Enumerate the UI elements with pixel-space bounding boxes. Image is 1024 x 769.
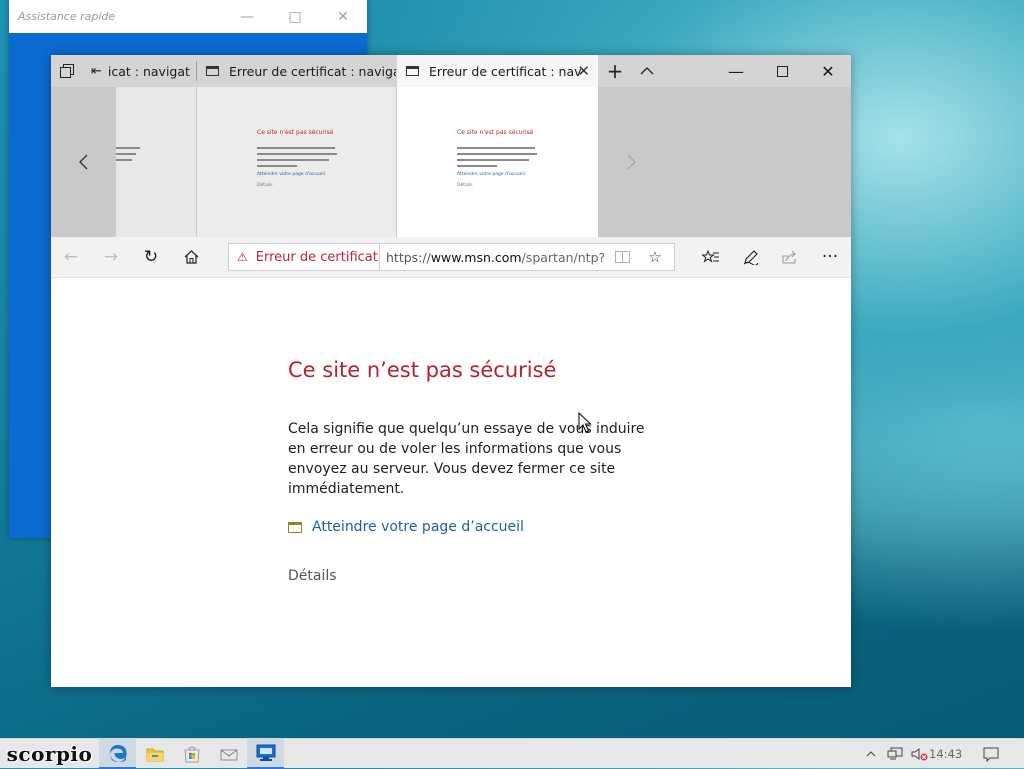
tab-label: Erreur de certificat : nav [429,63,582,79]
set-aside-icon: ⇤ [91,63,102,79]
preview-heading: Ce site n'est pas sécurisé [457,129,534,136]
url-field[interactable]: https://www.msn.com/spartan/ntp?loc [386,244,604,270]
action-center-icon[interactable] [978,739,1004,769]
brand-logo: scorpio [6,742,93,766]
url-prefix: https:// [386,249,431,265]
close-window-icon[interactable]: ✕ [805,55,851,87]
show-hidden-icons-chevron-icon[interactable] [862,739,880,769]
preview-text-line [116,147,140,149]
preview-link: Atteindre votre page d'accueil [457,172,525,177]
preview-details: Détails [257,183,273,188]
clock-time[interactable]: 14:43 [929,739,962,769]
certificate-error-button[interactable]: ⚠ Erreur de certificat [229,244,380,270]
volume-muted-icon[interactable] [908,739,930,769]
url-domain: www.msn.com [430,249,522,265]
favorite-star-icon[interactable]: ☆ [640,244,670,270]
edge-window[interactable]: ⇤ icat : navigat Erreur de certificat : … [51,55,851,687]
new-tab-icon[interactable]: + [600,55,630,87]
folder-icon [146,748,163,761]
taskbar: scorpio 14:43 [0,738,1024,769]
page-title: Ce site n’est pas sécurisé [288,358,557,382]
preview-text-line [457,153,537,155]
url-path: /spartan/ntp?loc [521,249,604,265]
favorites-hub-icon[interactable] [691,237,731,277]
page-icon [288,521,302,533]
preview-text-line [257,153,337,155]
warning-icon: ⚠ [237,250,248,264]
preview-link: Atteindre votre page d'accueil [257,172,325,177]
chevron-up-icon[interactable] [632,55,662,87]
close-icon[interactable]: ✕ [319,0,367,33]
preview-text-line [116,159,132,161]
tab-preview-2[interactable]: Ce site n'est pas sécurisé Atteindre vot… [197,87,396,237]
tab-preview-3[interactable]: Ce site n'est pas sécurisé Atteindre vot… [397,87,598,237]
tab-manager-icon[interactable] [51,55,83,87]
preview-text-line [257,147,335,149]
share-icon[interactable] [770,237,810,277]
maximize-icon[interactable]: □ [271,0,319,33]
page-icon [206,66,219,76]
tab-preview-1[interactable] [116,87,196,237]
tab-1[interactable]: ⇤ icat : navigat [83,55,195,87]
preview-scroll-right-icon[interactable] [611,87,651,237]
preview-details: Détails [457,183,473,188]
preview-scroll-left-icon[interactable] [63,87,103,237]
go-home-link-label: Atteindre votre page d’accueil [312,519,524,535]
mail-icon [220,749,237,761]
go-home-link[interactable]: Atteindre votre page d’accueil [288,519,524,535]
quick-assist-icon [256,744,275,761]
details-link[interactable]: Détails [288,568,337,584]
preview-text-line [457,159,529,161]
preview-text-line [257,165,297,167]
minimize-icon[interactable]: — [713,55,759,87]
certificate-error-label: Erreur de certificat [255,249,378,265]
minimize-icon[interactable]: — [223,0,271,33]
web-note-icon[interactable] [731,237,771,277]
page-icon [406,66,419,76]
edge-icon [109,745,127,762]
preview-heading: Ce site n'est pas sécurisé [257,129,334,136]
forward-button[interactable]: → [91,237,131,277]
more-options-icon[interactable]: ··· [810,237,850,277]
preview-text-line [116,153,136,155]
taskbar-store-button[interactable] [173,739,210,769]
store-bag-icon [184,746,199,763]
navigation-bar: ← → ↻ ⚠ Erreur de certificat https://www… [51,237,851,278]
address-bar[interactable]: ⚠ Erreur de certificat https://www.msn.c… [228,243,675,271]
taskbar-quick-assist-button[interactable] [247,739,284,769]
page-content: Ce site n’est pas sécurisé Cela signifie… [51,278,851,687]
tab-label: Erreur de certificat : navigat [229,63,396,79]
close-tab-icon[interactable]: ✕ [577,55,590,87]
tab-bar: ⇤ icat : navigat Erreur de certificat : … [51,55,851,87]
tab-label: icat : navigat [107,63,190,79]
quick-assist-titlebar[interactable]: Assistance rapide — □ ✕ [9,0,367,33]
tab-preview-strip: Ce site n'est pas sécurisé Atteindre vot… [51,87,851,237]
back-button[interactable]: ← [51,237,91,277]
maximize-icon[interactable] [759,55,805,87]
taskbar-file-explorer-button[interactable] [136,739,173,769]
preview-text-line [457,147,535,149]
refresh-button[interactable]: ↻ [131,237,171,277]
taskbar-edge-button[interactable] [99,739,136,769]
mouse-cursor-icon [578,412,592,433]
tab-2[interactable]: Erreur de certificat : navigat [197,55,396,87]
network-icon[interactable] [884,739,906,769]
taskbar-mail-button[interactable] [210,739,247,769]
error-description: Cela signifie que quelqu’un essaye de vo… [288,421,645,497]
preview-text-line [257,159,329,161]
preview-text-line [457,165,497,167]
reading-view-icon[interactable] [607,244,637,270]
tab-3-active[interactable]: Erreur de certificat : nav ✕ [397,55,598,87]
quick-assist-title: Assistance rapide [18,10,116,23]
home-button[interactable] [171,237,211,277]
